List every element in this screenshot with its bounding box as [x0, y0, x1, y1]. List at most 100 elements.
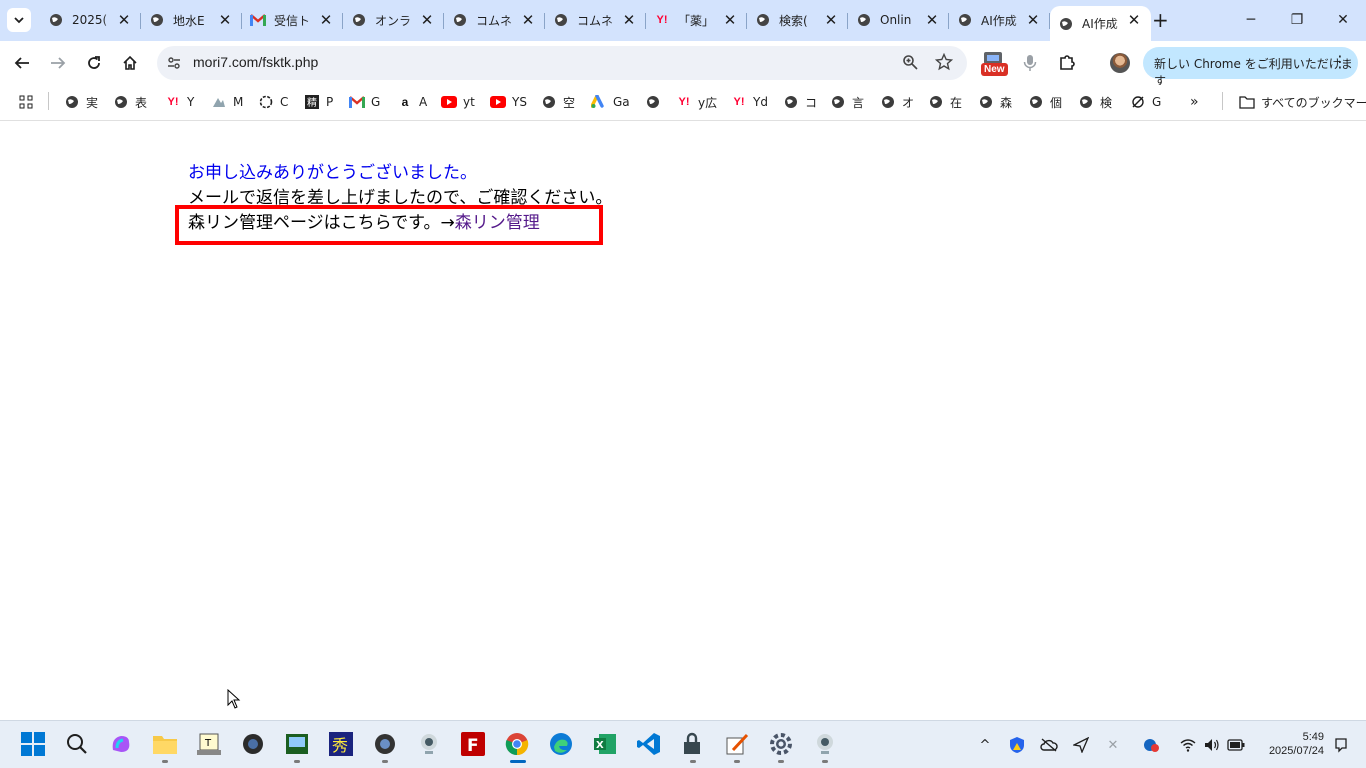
extensions-puzzle-icon[interactable]	[1056, 52, 1078, 74]
battery-icon[interactable]	[1226, 735, 1246, 755]
reload-button[interactable]	[83, 52, 105, 74]
bookmark-item[interactable]: M	[211, 93, 243, 111]
bookmark-item[interactable]: 個	[1028, 93, 1062, 111]
chrome-app[interactable]	[504, 731, 530, 763]
chevron-up-icon[interactable]: ^	[975, 735, 995, 755]
monitor-app[interactable]	[284, 731, 310, 763]
start-button[interactable]	[20, 731, 46, 757]
chrome-update-button[interactable]: 新しい Chrome をご利用いただけます ⋮	[1143, 47, 1358, 88]
edge-app[interactable]	[548, 731, 574, 757]
more-menu-icon[interactable]: ⋮	[1332, 53, 1348, 71]
tab[interactable]: Onlin ✕	[848, 6, 949, 34]
close-icon[interactable]: ✕	[723, 13, 737, 28]
close-icon[interactable]: ✕	[218, 13, 232, 28]
url-text[interactable]: mori7.com/fsktk.php	[193, 54, 318, 70]
tab[interactable]: Y! 「薬」 ✕	[646, 6, 747, 34]
send-icon[interactable]	[1071, 735, 1091, 755]
tab[interactable]: 地水E ✕	[141, 6, 242, 34]
tab[interactable]: 受信ト ✕	[242, 6, 343, 34]
close-icon[interactable]: ✕	[319, 13, 333, 28]
profile-avatar[interactable]	[1110, 53, 1130, 73]
notepad-app[interactable]: T	[196, 731, 222, 757]
microphone-icon[interactable]	[1019, 52, 1041, 74]
tab[interactable]: コムネ ✕	[545, 6, 646, 34]
new-tab-button[interactable]: +	[1152, 10, 1170, 30]
close-window-icon[interactable]: ✕	[1333, 10, 1353, 30]
tab-search-button[interactable]	[7, 8, 31, 32]
filezilla-app[interactable]: F	[460, 731, 486, 757]
close-icon[interactable]: ✕	[521, 13, 535, 28]
minimize-icon[interactable]: ─	[1241, 10, 1261, 30]
bookmark-item[interactable]: 在	[928, 93, 962, 111]
tab[interactable]: 検索(✕	[747, 6, 848, 34]
wifi-icon[interactable]	[1178, 735, 1198, 755]
onedrive-icon[interactable]	[1141, 735, 1161, 755]
close-icon[interactable]: ✕	[117, 13, 131, 28]
close-icon[interactable]: ✕	[420, 13, 434, 28]
bookmark-item[interactable]: G	[349, 93, 380, 111]
file-explorer-app[interactable]	[152, 731, 178, 763]
volume-icon[interactable]	[1202, 735, 1222, 755]
close-icon[interactable]: ✕	[1127, 13, 1141, 28]
excel-app[interactable]: X	[592, 731, 618, 757]
bookmark-item[interactable]	[645, 93, 667, 111]
zoom-icon[interactable]	[902, 54, 920, 72]
tab-active[interactable]: AI作成 ✕	[1050, 6, 1151, 41]
app-kanji[interactable]: 秀	[328, 731, 354, 757]
tab[interactable]: 2025(✕	[40, 6, 141, 34]
bookmark-item[interactable]: Y! Yd	[731, 93, 768, 111]
apps-grid-button[interactable]	[18, 93, 40, 111]
home-icon	[123, 55, 137, 70]
close-icon[interactable]: ✕	[824, 13, 838, 28]
bookmark-item[interactable]: aA	[397, 93, 428, 111]
close-icon[interactable]: ✕	[925, 13, 939, 28]
bookmark-item[interactable]: YS	[490, 93, 527, 111]
notification-icon[interactable]	[1331, 735, 1351, 755]
settings-app[interactable]	[768, 731, 794, 763]
globe-icon	[1058, 16, 1074, 32]
bookmark-item[interactable]: オ	[880, 93, 914, 111]
tab[interactable]: オンラ ✕	[343, 6, 444, 34]
globe-icon	[1078, 94, 1094, 110]
copilot-app[interactable]	[108, 731, 134, 757]
more-bookmarks-chevron-icon[interactable]: »	[1190, 93, 1199, 111]
bookmark-item[interactable]: 表	[113, 93, 147, 111]
bookmark-item[interactable]: 言	[830, 93, 864, 111]
bookmark-item[interactable]: 精P	[304, 93, 333, 111]
home-button[interactable]	[119, 52, 141, 74]
bookmark-item[interactable]: 森	[978, 93, 1012, 111]
search-button[interactable]	[64, 731, 90, 757]
webcam-app[interactable]	[416, 731, 442, 757]
back-button[interactable]	[11, 52, 33, 74]
bookmark-item[interactable]: Y! y広	[676, 93, 718, 111]
camera-app[interactable]	[240, 731, 266, 757]
close-tray-icon[interactable]: ✕	[1103, 735, 1123, 755]
forward-button[interactable]	[47, 52, 69, 74]
restore-icon[interactable]: ❐	[1287, 10, 1307, 30]
close-icon[interactable]: ✕	[622, 13, 636, 28]
close-icon[interactable]: ✕	[1026, 13, 1040, 28]
all-bookmarks-button[interactable]: すべてのブックマーク	[1239, 93, 1366, 111]
writing-app[interactable]	[724, 731, 750, 763]
tab[interactable]: AI作成 ✕	[949, 6, 1050, 34]
bookmark-star-icon[interactable]	[934, 52, 954, 71]
bookmark-item[interactable]: コ	[783, 93, 817, 111]
bookmark-item[interactable]: G	[1130, 93, 1161, 111]
shield-warning-icon[interactable]	[1007, 735, 1027, 755]
bookmark-item[interactable]: Y! Y	[165, 93, 195, 111]
bookmark-item[interactable]: yt	[441, 93, 475, 111]
taskbar-clock[interactable]: 5:49 2025/07/24	[1258, 730, 1324, 758]
tab[interactable]: コムネ ✕	[444, 6, 545, 34]
webcam-app-2[interactable]	[812, 731, 838, 763]
bookmark-item[interactable]: Ga	[591, 93, 630, 111]
security-app[interactable]	[680, 731, 706, 763]
bookmark-item[interactable]: 検	[1078, 93, 1112, 111]
cloud-off-icon[interactable]	[1039, 735, 1059, 755]
vscode-app[interactable]	[636, 731, 662, 757]
site-info-icon[interactable]	[166, 55, 182, 71]
bookmark-item[interactable]: 実	[64, 93, 98, 111]
address-bar[interactable]: mori7.com/fsktk.php	[157, 46, 967, 80]
camera-app-2[interactable]	[372, 731, 398, 763]
bookmark-item[interactable]: C	[258, 93, 288, 111]
bookmark-item[interactable]: 空	[541, 93, 575, 111]
